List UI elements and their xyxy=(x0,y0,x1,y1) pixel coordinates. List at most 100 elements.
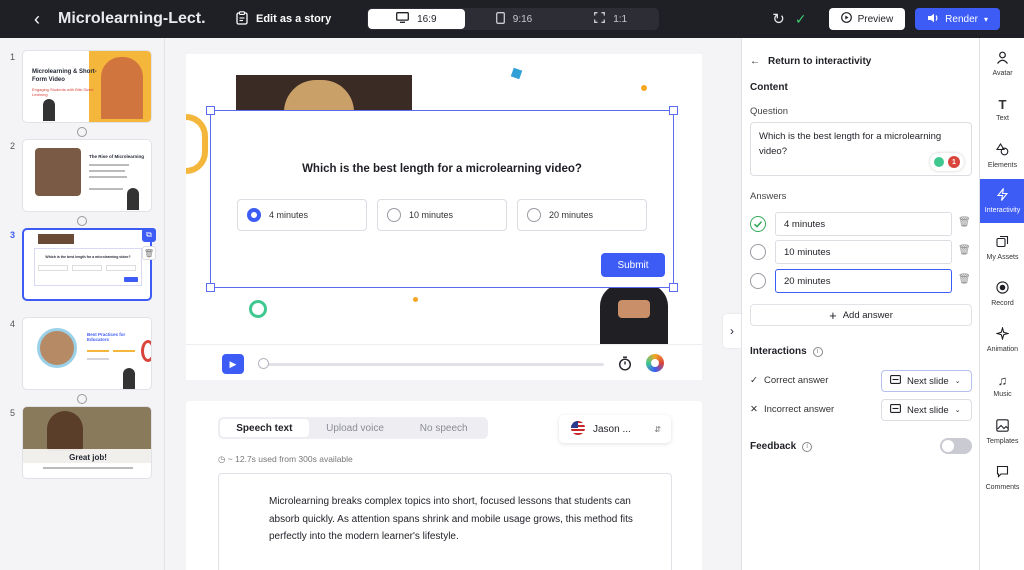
aspect-ratio-switcher: 16:9 9:16 1:1 xyxy=(367,8,659,30)
answer-radio-icon[interactable] xyxy=(750,273,766,289)
feedback-toggle[interactable] xyxy=(940,438,972,454)
expand-panel-chevron-icon[interactable]: › xyxy=(723,314,741,348)
resize-handle-top-left[interactable] xyxy=(206,106,215,115)
undo-icon[interactable]: ↻ xyxy=(772,10,785,28)
rail-comments[interactable]: Comments xyxy=(980,458,1024,498)
slide-tools: ⧉ 🗑 xyxy=(142,228,156,260)
rail-label: Comments xyxy=(985,484,1020,491)
quiz-option-label: 10 minutes xyxy=(409,210,454,220)
rail-music[interactable]: ♫ Music xyxy=(980,366,1024,406)
answer-radio-icon[interactable] xyxy=(750,244,766,260)
rail-templates[interactable]: Templates xyxy=(980,412,1024,452)
arrow-left-icon: ← xyxy=(750,56,760,67)
slide-number: 5 xyxy=(10,408,16,418)
slide-thumbnail-2[interactable]: The Rise of Microlearning xyxy=(22,139,152,212)
ratio-1-1-button[interactable]: 1:1 xyxy=(562,8,659,30)
timeline-track[interactable] xyxy=(260,363,604,366)
question-textarea[interactable]: Which is the best length for a microlear… xyxy=(750,122,972,176)
interactivity-settings-panel: ← Return to interactivity Content Questi… xyxy=(741,38,979,570)
slide-number: 3 xyxy=(10,230,16,240)
preview-button[interactable]: Preview xyxy=(828,8,906,30)
play-button[interactable]: ▶ xyxy=(222,354,244,374)
quiz-option-label: 20 minutes xyxy=(549,210,594,220)
deco-ring xyxy=(249,300,267,318)
correct-answer-interaction: ✓ Correct answer Next slide ⌄ xyxy=(750,370,972,392)
slide-thumbnail-1[interactable]: Microlearning & Short-Form Video Engagin… xyxy=(22,50,152,123)
quiz-option-3[interactable]: 20 minutes xyxy=(517,199,647,231)
rail-my-assets[interactable]: My Assets xyxy=(980,228,1024,268)
chevron-updown-icon: ⇵ xyxy=(654,424,661,434)
resize-handle-bottom-right[interactable] xyxy=(669,283,678,292)
trash-icon[interactable]: 🗑 xyxy=(958,274,971,285)
answer-input-2[interactable]: 10 minutes xyxy=(775,240,952,264)
rail-label: Elements xyxy=(987,162,1018,169)
resize-handle-top-right[interactable] xyxy=(669,106,678,115)
text-line xyxy=(43,467,133,469)
timer-icon[interactable] xyxy=(618,356,632,376)
slide-subtitle: Engaging Students with Bite-Sized Learni… xyxy=(32,87,94,97)
rail-elements[interactable]: Elements xyxy=(980,136,1024,176)
trash-icon[interactable]: 🗑 xyxy=(958,217,971,228)
quiz-submit-button[interactable]: Submit xyxy=(601,253,665,277)
text-line xyxy=(87,350,109,352)
tab-upload-voice[interactable]: Upload voice xyxy=(311,417,400,439)
tab-no-speech[interactable]: No speech xyxy=(399,417,488,439)
record-icon xyxy=(996,281,1009,296)
correct-answer-check-icon[interactable] xyxy=(750,216,766,232)
ratio-label: 9:16 xyxy=(512,13,533,25)
slide-thumbnail-3[interactable]: Which is the best length for a microlear… xyxy=(22,228,152,301)
info-icon[interactable]: i xyxy=(812,346,823,357)
return-to-interactivity-button[interactable]: ← Return to interactivity xyxy=(750,56,871,67)
speech-script-editor[interactable]: Microlearning breaks complex topics into… xyxy=(218,473,672,570)
timeline-scrubber[interactable] xyxy=(258,358,269,369)
correct-action-dropdown[interactable]: Next slide ⌄ xyxy=(881,370,972,392)
speech-script-text[interactable]: Microlearning breaks complex topics into… xyxy=(269,493,649,546)
answers-label: Answers xyxy=(750,191,787,202)
slide-stage: Which is the best length for a microlear… xyxy=(186,54,702,344)
text-line xyxy=(89,170,125,172)
render-button[interactable]: Render ▾ xyxy=(915,8,1000,30)
quiz-option-2[interactable]: 10 minutes xyxy=(377,199,507,231)
rail-text[interactable]: T Text xyxy=(980,90,1024,130)
rail-interactivity[interactable]: Interactivity xyxy=(980,179,1024,223)
trash-icon[interactable]: 🗑 xyxy=(958,245,971,256)
edit-as-story-button[interactable]: Edit as a story xyxy=(236,10,331,28)
transition-link-icon[interactable] xyxy=(77,216,87,226)
top-bar: ‹ Microlearning-Lect... Edit as a story … xyxy=(0,0,1024,38)
rail-record[interactable]: Record xyxy=(980,274,1024,314)
submit-preview xyxy=(124,277,138,282)
transition-link-icon[interactable] xyxy=(77,127,87,137)
quiz-option-1[interactable]: 4 minutes xyxy=(237,199,367,231)
slide-thumbnail-5[interactable]: Great job! xyxy=(22,406,152,479)
ratio-9-16-button[interactable]: 9:16 xyxy=(466,8,563,30)
delete-slide-icon[interactable]: 🗑 xyxy=(142,246,156,260)
text-line xyxy=(89,164,129,166)
incorrect-action-dropdown[interactable]: Next slide ⌄ xyxy=(881,399,972,421)
voice-selector[interactable]: Jason ... ⇵ xyxy=(559,415,671,443)
add-answer-button[interactable]: + Add answer xyxy=(750,304,972,326)
x-icon: ✕ xyxy=(750,404,758,415)
slide-thumbnail-4[interactable]: Best Practices for Educators xyxy=(22,317,152,390)
duplicate-slide-icon[interactable]: ⧉ xyxy=(142,228,156,242)
speech-usage-text: ◷ ~ 12.7s used from 300s available xyxy=(218,454,353,465)
spellcheck-badge[interactable]: 1 xyxy=(930,153,964,171)
ratio-16-9-button[interactable]: 16:9 xyxy=(368,9,465,29)
quiz-element[interactable]: Which is the best length for a microlear… xyxy=(206,106,678,292)
plus-icon: + xyxy=(829,307,837,323)
info-icon[interactable]: i xyxy=(802,441,813,452)
rail-avatar[interactable]: Avatar xyxy=(980,44,1024,84)
resize-handle-bottom-left[interactable] xyxy=(206,283,215,292)
color-wheel-icon[interactable] xyxy=(646,354,664,372)
clock-icon: ◷ xyxy=(218,454,226,464)
tab-speech-text[interactable]: Speech text xyxy=(220,419,309,437)
transition-link-icon[interactable] xyxy=(77,394,87,404)
rail-animation[interactable]: Animation xyxy=(980,320,1024,360)
answer-input-1[interactable]: 4 minutes xyxy=(775,212,952,236)
interactions-title-text: Interactions xyxy=(750,346,807,357)
shapes-icon xyxy=(995,142,1009,158)
project-title[interactable]: Microlearning-Lect... xyxy=(58,10,206,28)
play-circle-icon xyxy=(840,12,852,26)
slide-icon xyxy=(890,375,901,387)
answer-input-3[interactable]: 20 minutes xyxy=(775,269,952,293)
back-arrow-icon[interactable]: ‹ xyxy=(22,4,52,34)
